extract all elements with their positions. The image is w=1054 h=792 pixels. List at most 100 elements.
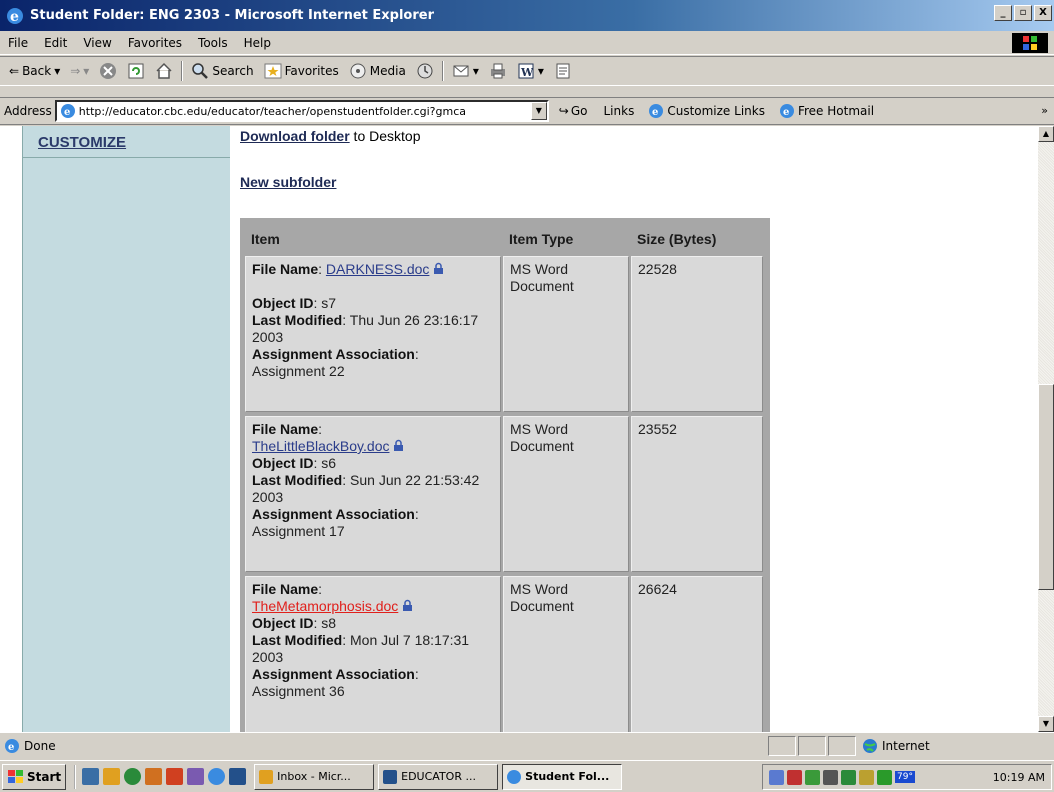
page-content: CUSTOMIZE Download folder to Desktop New… xyxy=(0,126,1038,732)
go-button[interactable]: ↪ Go xyxy=(559,104,588,118)
discuss-icon xyxy=(556,63,570,79)
file-link[interactable]: TheMetamorphosis.doc xyxy=(252,598,398,614)
lock-icon xyxy=(394,439,404,451)
back-button[interactable]: ⇐ Back ▾ xyxy=(4,64,65,78)
tray-sound-icon[interactable] xyxy=(859,769,874,785)
quicklaunch-word-icon[interactable] xyxy=(229,768,247,785)
word-icon: W xyxy=(518,63,534,79)
quicklaunch-desktop-icon[interactable] xyxy=(82,768,100,785)
menu-edit[interactable]: Edit xyxy=(36,36,75,50)
system-tray: 79° 10:19 AM xyxy=(762,764,1052,790)
tray-network-icon[interactable] xyxy=(769,769,784,785)
back-arrow-icon: ⇐ xyxy=(9,64,20,78)
minimize-button[interactable]: _ xyxy=(994,5,1012,21)
globe-icon xyxy=(863,738,877,753)
refresh-icon xyxy=(128,63,144,79)
media-label: Media xyxy=(369,64,406,78)
menu-view[interactable]: View xyxy=(75,36,119,50)
quicklaunch-ie-icon[interactable] xyxy=(208,768,226,785)
history-button[interactable] xyxy=(411,62,439,80)
outlook-icon xyxy=(259,769,274,784)
assignment-value: Assignment 22 xyxy=(252,363,345,379)
lock-icon xyxy=(434,262,444,274)
mail-icon xyxy=(453,65,469,77)
maximize-button[interactable]: ▫ xyxy=(1014,5,1032,21)
mail-button[interactable]: ▾ xyxy=(447,62,484,80)
stop-button[interactable] xyxy=(94,62,122,80)
media-button[interactable]: Media xyxy=(344,62,411,80)
security-zone: Internet xyxy=(856,738,1040,754)
customize-link[interactable]: CUSTOMIZE xyxy=(38,134,126,151)
tray-connect-icon[interactable] xyxy=(841,769,856,785)
tray-shield-icon[interactable] xyxy=(787,769,802,785)
menu-tools[interactable]: Tools xyxy=(190,36,236,50)
favorites-button[interactable]: Favorites xyxy=(259,62,344,80)
status-text-area: e Done xyxy=(0,738,766,754)
tray-monitor-icon[interactable] xyxy=(823,769,838,785)
go-arrow-icon: ↪ xyxy=(558,104,569,118)
search-icon xyxy=(192,63,209,79)
links-overflow-icon[interactable]: » xyxy=(1041,104,1048,117)
quicklaunch-paint-icon[interactable] xyxy=(187,768,205,785)
file-link[interactable]: TheLittleBlackBoy.doc xyxy=(252,438,389,454)
home-button[interactable] xyxy=(150,62,178,80)
download-suffix: to Desktop xyxy=(349,128,421,144)
last-modified-label: Last Modified xyxy=(252,472,343,488)
quicklaunch-media-icon[interactable] xyxy=(124,768,142,785)
assignment-label: Assignment Association xyxy=(252,346,415,362)
item-cell: File Name: TheLittleBlackBoy.doc Object … xyxy=(245,416,501,572)
svg-text:e: e xyxy=(10,9,19,25)
task-student-folder[interactable]: Student Fol... xyxy=(502,763,623,790)
task-educator[interactable]: EDUCATOR ... xyxy=(378,763,499,790)
search-button[interactable]: Search xyxy=(186,62,258,80)
task-inbox[interactable]: Inbox - Micr... xyxy=(254,763,375,790)
windows-flag-icon xyxy=(8,769,23,783)
start-button[interactable]: Start xyxy=(2,763,67,790)
svg-text:e: e xyxy=(64,107,70,118)
quicklaunch-powerpoint-icon[interactable] xyxy=(166,768,184,785)
refresh-button[interactable] xyxy=(122,62,150,80)
title-bar: e Student Folder: ENG 2303 - Microsoft I… xyxy=(0,0,1054,31)
scroll-up-button[interactable]: ▲ xyxy=(1038,126,1054,142)
new-subfolder-link[interactable]: New subfolder xyxy=(240,174,336,190)
ie-logo-icon: e xyxy=(7,7,23,25)
close-button[interactable]: X xyxy=(1034,5,1052,21)
address-dropdown-button[interactable]: ▼ xyxy=(530,102,547,120)
link-free-hotmail[interactable]: e Free Hotmail xyxy=(779,103,874,119)
address-bar: Address e http://educator.cbc.edu/educat… xyxy=(0,97,1054,125)
link-customize-links-label: Customize Links xyxy=(667,104,765,118)
left-frame: CUSTOMIZE xyxy=(0,126,231,732)
task-student-folder-label: Student Fol... xyxy=(525,770,610,783)
quick-launch xyxy=(74,764,247,789)
discuss-button[interactable] xyxy=(549,62,577,80)
address-input[interactable]: e http://educator.cbc.edu/educator/teach… xyxy=(54,100,549,122)
last-modified-label: Last Modified xyxy=(252,312,343,328)
file-link[interactable]: DARKNESS.doc xyxy=(326,261,429,277)
vertical-scrollbar[interactable]: ▲ ▼ xyxy=(1038,126,1054,732)
download-folder-link[interactable]: Download folder xyxy=(240,128,350,144)
edit-word-button[interactable]: W ▾ xyxy=(512,62,549,80)
task-educator-label: EDUCATOR ... xyxy=(401,770,476,783)
status-bar: e Done Internet xyxy=(0,732,1054,758)
size-cell: 22528 xyxy=(631,256,763,412)
quicklaunch-outlook-icon[interactable] xyxy=(103,768,121,785)
tray-app-icon[interactable] xyxy=(805,769,820,785)
ie-page-icon: e xyxy=(60,104,75,118)
link-customize-links[interactable]: e Customize Links xyxy=(648,103,765,119)
scroll-thumb[interactable] xyxy=(1038,384,1054,590)
menu-file[interactable]: File xyxy=(0,36,36,50)
print-button[interactable] xyxy=(484,62,512,80)
file-name-label: File Name xyxy=(252,261,319,277)
menu-favorites[interactable]: Favorites xyxy=(120,36,190,50)
svg-text:e: e xyxy=(783,107,789,118)
tray-weather-icon[interactable]: 79° xyxy=(895,771,915,783)
scroll-down-button[interactable]: ▼ xyxy=(1038,716,1054,732)
quicklaunch-app-icon[interactable] xyxy=(145,768,163,785)
table-row: File Name: TheMetamorphosis.doc Object I… xyxy=(245,576,765,732)
object-id-label: Object ID xyxy=(252,295,314,311)
menu-help[interactable]: Help xyxy=(236,36,279,50)
forward-button[interactable]: ⇒ ▾ xyxy=(65,64,94,78)
svg-text:e: e xyxy=(8,742,14,753)
tray-star-icon[interactable] xyxy=(877,769,892,785)
item-type-cell: MS Word Document xyxy=(503,416,629,572)
